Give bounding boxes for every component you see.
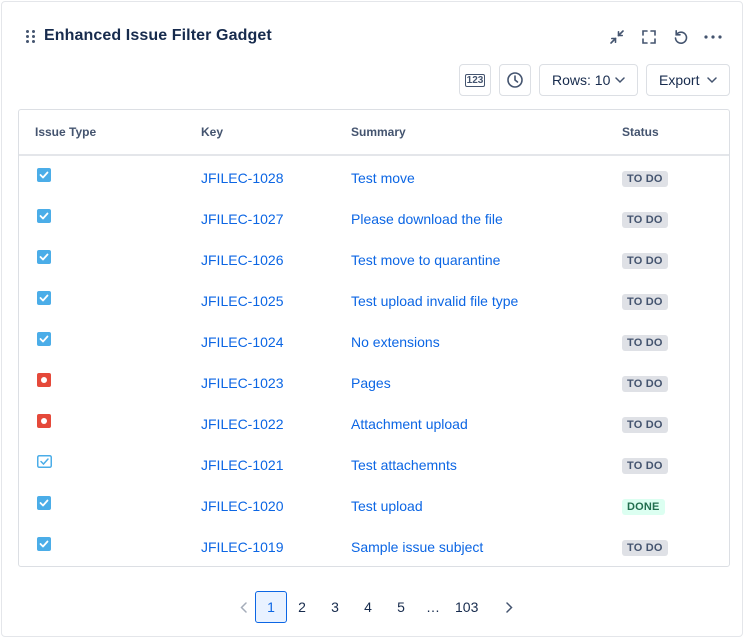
status-badge: TO DO	[622, 458, 668, 474]
fullscreen-icon[interactable]	[638, 26, 660, 48]
issue-summary-link[interactable]: Test upload	[351, 498, 423, 514]
issue-summary-link[interactable]: Pages	[351, 375, 391, 391]
page-button[interactable]: 103	[450, 591, 483, 623]
status-badge: TO DO	[622, 212, 668, 228]
column-header-summary[interactable]: Summary	[351, 125, 406, 139]
page-button[interactable]: 1	[255, 591, 287, 623]
table-row[interactable]: JFILEC-1019 Sample issue subject TO DO	[19, 526, 729, 566]
task-icon	[37, 291, 51, 305]
bug-icon	[37, 373, 51, 387]
table-row[interactable]: JFILEC-1028 Test move TO DO	[19, 157, 729, 198]
issue-key-link[interactable]: JFILEC-1025	[201, 293, 283, 309]
issue-summary-link[interactable]: Test move to quarantine	[351, 252, 500, 268]
task-icon	[37, 168, 51, 182]
issues-table: Issue Type Key Summary Status JFILEC-102…	[18, 109, 730, 567]
chevron-down-icon	[707, 77, 717, 84]
status-badge: TO DO	[622, 417, 668, 433]
collapse-icon[interactable]	[606, 26, 628, 48]
column-header-key[interactable]: Key	[201, 125, 223, 139]
page-button[interactable]: 5	[386, 591, 416, 623]
issue-key-link[interactable]: JFILEC-1019	[201, 539, 283, 555]
more-icon[interactable]	[702, 26, 724, 48]
chevron-left-icon	[239, 601, 247, 613]
task-icon	[37, 209, 51, 223]
status-badge: TO DO	[622, 376, 668, 392]
table-row[interactable]: JFILEC-1023 Pages TO DO	[19, 362, 729, 403]
count-icon: 123	[464, 73, 486, 87]
subtask-icon	[37, 455, 52, 469]
table-header: Issue Type Key Summary Status	[19, 110, 729, 156]
issue-key-link[interactable]: JFILEC-1023	[201, 375, 283, 391]
rows-select-label: Rows: 10	[552, 72, 611, 88]
issue-key-link[interactable]: JFILEC-1026	[201, 252, 283, 268]
issue-key-link[interactable]: JFILEC-1020	[201, 498, 283, 514]
drag-handle-icon[interactable]	[25, 30, 37, 44]
table-row[interactable]: JFILEC-1027 Please download the file TO DO	[19, 198, 729, 239]
bug-icon	[37, 414, 51, 428]
column-header-issue-type[interactable]: Issue Type	[35, 125, 96, 139]
issue-summary-link[interactable]: No extensions	[351, 334, 440, 350]
issue-key-link[interactable]: JFILEC-1028	[201, 170, 283, 186]
issue-key-link[interactable]: JFILEC-1022	[201, 416, 283, 432]
status-badge: DONE	[622, 499, 665, 515]
history-button[interactable]	[499, 64, 531, 96]
issue-key-link[interactable]: JFILEC-1024	[201, 334, 283, 350]
task-icon	[37, 537, 51, 551]
table-row[interactable]: JFILEC-1021 Test attachemnts TO DO	[19, 444, 729, 485]
issue-summary-link[interactable]: Test attachemnts	[351, 457, 457, 473]
rows-select[interactable]: Rows: 10	[539, 64, 638, 96]
issue-summary-link[interactable]: Sample issue subject	[351, 539, 483, 555]
count-toggle-button[interactable]: 123	[459, 64, 491, 96]
next-page-button[interactable]	[494, 591, 524, 623]
pagination-ellipsis: …	[426, 599, 440, 615]
export-button[interactable]: Export	[646, 64, 730, 96]
issue-summary-link[interactable]: Please download the file	[351, 211, 503, 227]
issue-summary-link[interactable]: Test upload invalid file type	[351, 293, 518, 309]
table-row[interactable]: JFILEC-1025 Test upload invalid file type…	[19, 280, 729, 321]
prev-page-button[interactable]	[228, 591, 258, 623]
issue-key-link[interactable]: JFILEC-1021	[201, 457, 283, 473]
export-label: Export	[659, 72, 700, 88]
status-badge: TO DO	[622, 540, 668, 556]
issue-summary-link[interactable]: Attachment upload	[351, 416, 468, 432]
table-row[interactable]: JFILEC-1022 Attachment upload TO DO	[19, 403, 729, 444]
refresh-icon[interactable]	[670, 26, 692, 48]
table-row[interactable]: JFILEC-1020 Test upload DONE	[19, 485, 729, 526]
issue-summary-link[interactable]: Test move	[351, 170, 415, 186]
clock-icon	[507, 72, 523, 88]
status-badge: TO DO	[622, 335, 668, 351]
table-row[interactable]: JFILEC-1024 No extensions TO DO	[19, 321, 729, 362]
chevron-down-icon	[615, 77, 625, 84]
page-button[interactable]: 2	[287, 591, 317, 623]
gadget-container: Enhanced Issue Filter Gadget 123 Rows: 1…	[1, 1, 743, 637]
status-badge: TO DO	[622, 171, 668, 187]
chevron-right-icon	[505, 601, 513, 613]
gadget-header: Enhanced Issue Filter Gadget	[2, 2, 742, 72]
issue-key-link[interactable]: JFILEC-1027	[201, 211, 283, 227]
task-icon	[37, 332, 51, 346]
status-badge: TO DO	[622, 294, 668, 310]
page-button[interactable]: 3	[320, 591, 350, 623]
column-header-status[interactable]: Status	[622, 125, 659, 139]
page-button[interactable]: 4	[353, 591, 383, 623]
task-icon	[37, 496, 51, 510]
gadget-title: Enhanced Issue Filter Gadget	[44, 27, 272, 44]
task-icon	[37, 250, 51, 264]
table-row[interactable]: JFILEC-1026 Test move to quarantine TO DO	[19, 239, 729, 280]
status-badge: TO DO	[622, 253, 668, 269]
